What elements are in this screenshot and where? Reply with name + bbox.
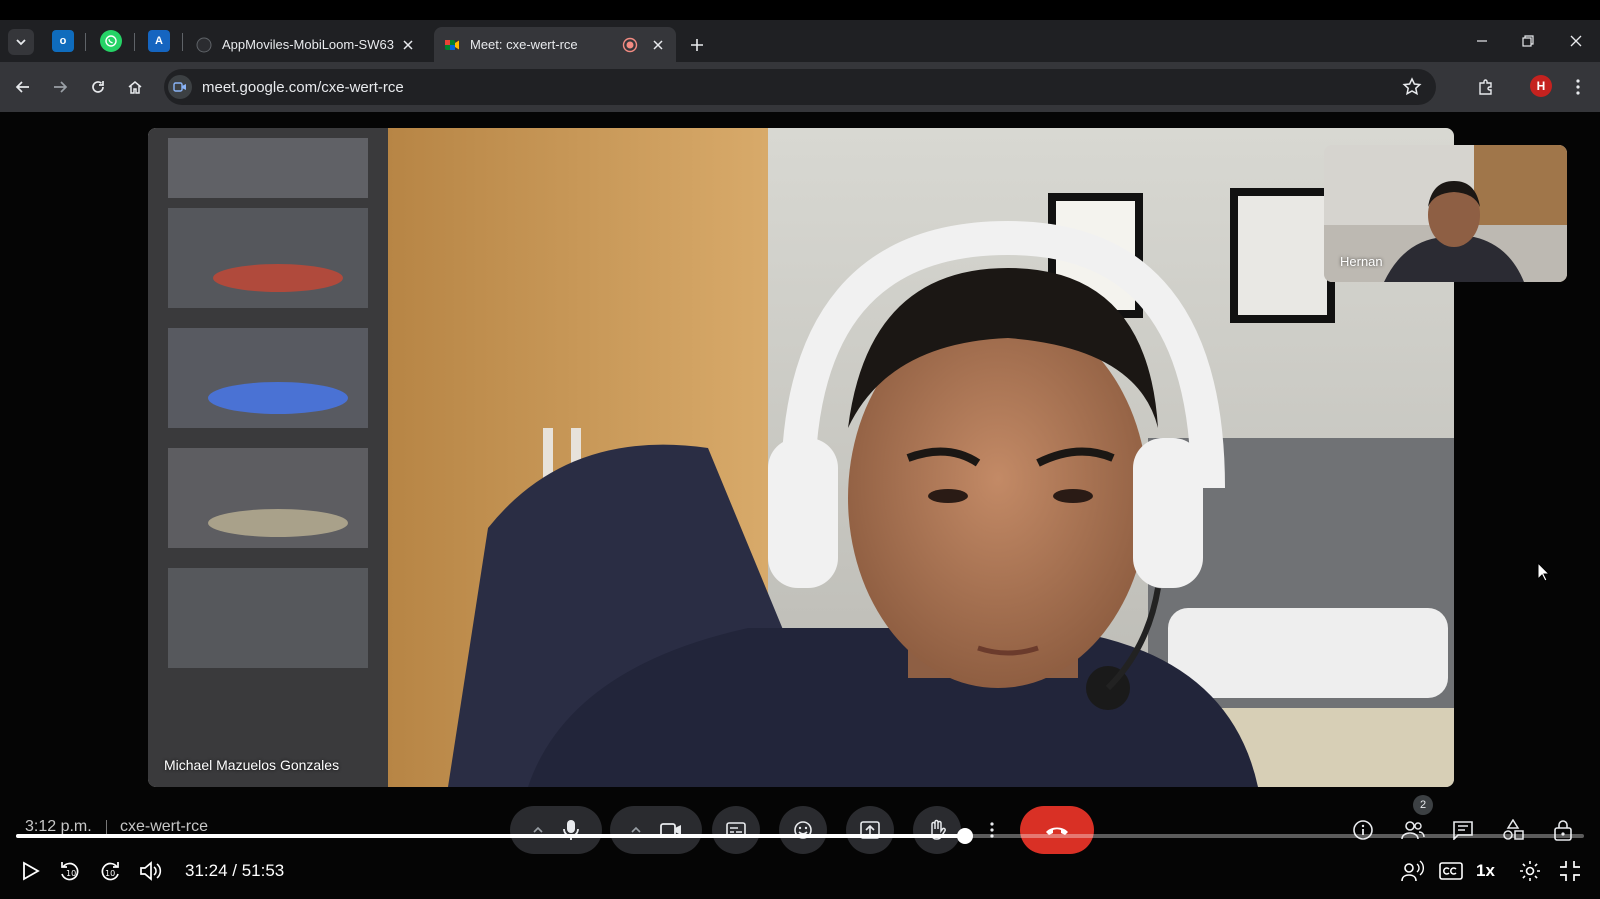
video-progress-bar[interactable] [16, 828, 1584, 844]
close-icon [1570, 35, 1582, 47]
present-screen-button[interactable] [846, 806, 894, 854]
forward-10-button[interactable]: 10 [96, 857, 124, 885]
close-icon[interactable] [650, 37, 666, 53]
more-options-button[interactable] [980, 806, 1004, 854]
svg-text:10: 10 [66, 869, 76, 878]
progress-fill [16, 834, 965, 838]
phone-icon [105, 35, 117, 47]
menu-button[interactable] [1565, 74, 1591, 100]
participant-name-label: Michael Mazuelos Gonzales [164, 757, 340, 773]
closed-captions-icon [1439, 862, 1463, 880]
forward-button[interactable] [47, 74, 73, 100]
svg-text:10: 10 [105, 869, 115, 878]
meeting-details-button[interactable] [1348, 815, 1378, 845]
rewind-10-icon: 10 [61, 862, 79, 881]
whatsapp-icon[interactable] [100, 30, 122, 52]
minimize-button[interactable] [1468, 30, 1496, 52]
rewind-10-button[interactable]: 10 [56, 857, 84, 885]
puzzle-icon [1479, 79, 1492, 95]
profile-avatar[interactable]: H [1530, 75, 1552, 97]
tab-title: Meet: cxe-wert-rce [470, 37, 578, 52]
close-icon[interactable] [400, 37, 416, 53]
mouse-cursor-icon [1537, 562, 1551, 582]
close-window-button[interactable] [1562, 30, 1590, 52]
volume-icon [140, 861, 162, 881]
outlook-icon[interactable]: o [52, 30, 74, 52]
address-bar[interactable]: meet.google.com/cxe-wert-rce [164, 69, 1436, 105]
exit-fullscreen-icon [1560, 861, 1580, 881]
host-controls-button[interactable] [1548, 815, 1578, 845]
home-button[interactable] [122, 74, 148, 100]
minimize-icon [1477, 40, 1487, 42]
audio-description-button[interactable] [1398, 857, 1426, 885]
main-video-tile: Michael Mazuelos Gonzales [148, 128, 1454, 787]
raise-hand-button[interactable] [913, 806, 961, 854]
tab-meet[interactable]: Meet: cxe-wert-rce [434, 27, 676, 62]
settings-button[interactable] [1516, 857, 1544, 885]
more-vertical-icon [1576, 79, 1580, 95]
arrow-right-icon [54, 81, 68, 93]
arrow-left-icon [15, 81, 29, 93]
forward-10-icon: 10 [101, 862, 119, 881]
tab-appmoviles[interactable]: AppMoviles-MobiLoom-SW63/ [186, 27, 426, 62]
play-button[interactable] [17, 857, 45, 885]
tab-title: AppMoviles-MobiLoom-SW63/ [222, 37, 394, 52]
self-view-tile[interactable]: Hernan [1324, 145, 1567, 282]
reactions-button[interactable] [779, 806, 827, 854]
chevron-down-icon [16, 39, 26, 46]
tab-strip: o A AppMoviles-MobiLoom-SW63/ Meet: cxe-… [0, 20, 1600, 62]
microphone-control[interactable] [510, 806, 602, 854]
plus-icon [691, 39, 703, 51]
activities-button[interactable] [1498, 815, 1528, 845]
tab-divider [134, 33, 135, 51]
captions-toggle-button[interactable] [1437, 857, 1465, 885]
camera-control[interactable] [610, 806, 702, 854]
screen: o A AppMoviles-MobiLoom-SW63/ Meet: cxe-… [0, 0, 1600, 899]
participant-count-badge: 2 [1413, 795, 1433, 815]
gear-icon [1520, 861, 1540, 881]
chat-button[interactable] [1448, 815, 1478, 845]
end-call-button[interactable] [1020, 806, 1094, 854]
volume-button[interactable] [136, 857, 164, 885]
github-icon [196, 37, 212, 52]
reload-button[interactable] [85, 74, 111, 100]
url-text: meet.google.com/cxe-wert-rce [202, 79, 404, 96]
app-a-icon[interactable]: A [148, 30, 170, 52]
video-camera-icon [173, 82, 186, 92]
people-button[interactable] [1398, 815, 1428, 845]
new-tab-button[interactable] [686, 34, 708, 56]
playback-speed[interactable]: 1x [1476, 861, 1495, 881]
tab-divider [85, 33, 86, 51]
scrubber-handle[interactable] [956, 828, 973, 844]
reload-icon [92, 81, 104, 93]
restore-icon [1522, 35, 1534, 47]
tab-search-button[interactable] [8, 29, 34, 55]
restore-button[interactable] [1514, 30, 1542, 52]
extensions-button[interactable] [1473, 74, 1499, 100]
playback-time: 31:24 / 51:53 [185, 861, 285, 880]
exit-fullscreen-button[interactable] [1556, 857, 1584, 885]
google-meet-icon [445, 39, 459, 50]
self-name-label: Hernan [1340, 254, 1383, 269]
site-info-icon[interactable] [168, 75, 192, 99]
back-button[interactable] [10, 74, 36, 100]
play-icon [23, 861, 40, 881]
bookmark-star-icon[interactable] [1402, 77, 1422, 97]
home-icon [128, 81, 142, 94]
captions-button[interactable] [712, 806, 760, 854]
voice-icon [1401, 860, 1424, 882]
recording-icon [622, 37, 638, 52]
participant-video [148, 128, 1454, 787]
tab-divider [182, 33, 183, 51]
browser-toolbar: meet.google.com/cxe-wert-rce H [0, 62, 1600, 112]
